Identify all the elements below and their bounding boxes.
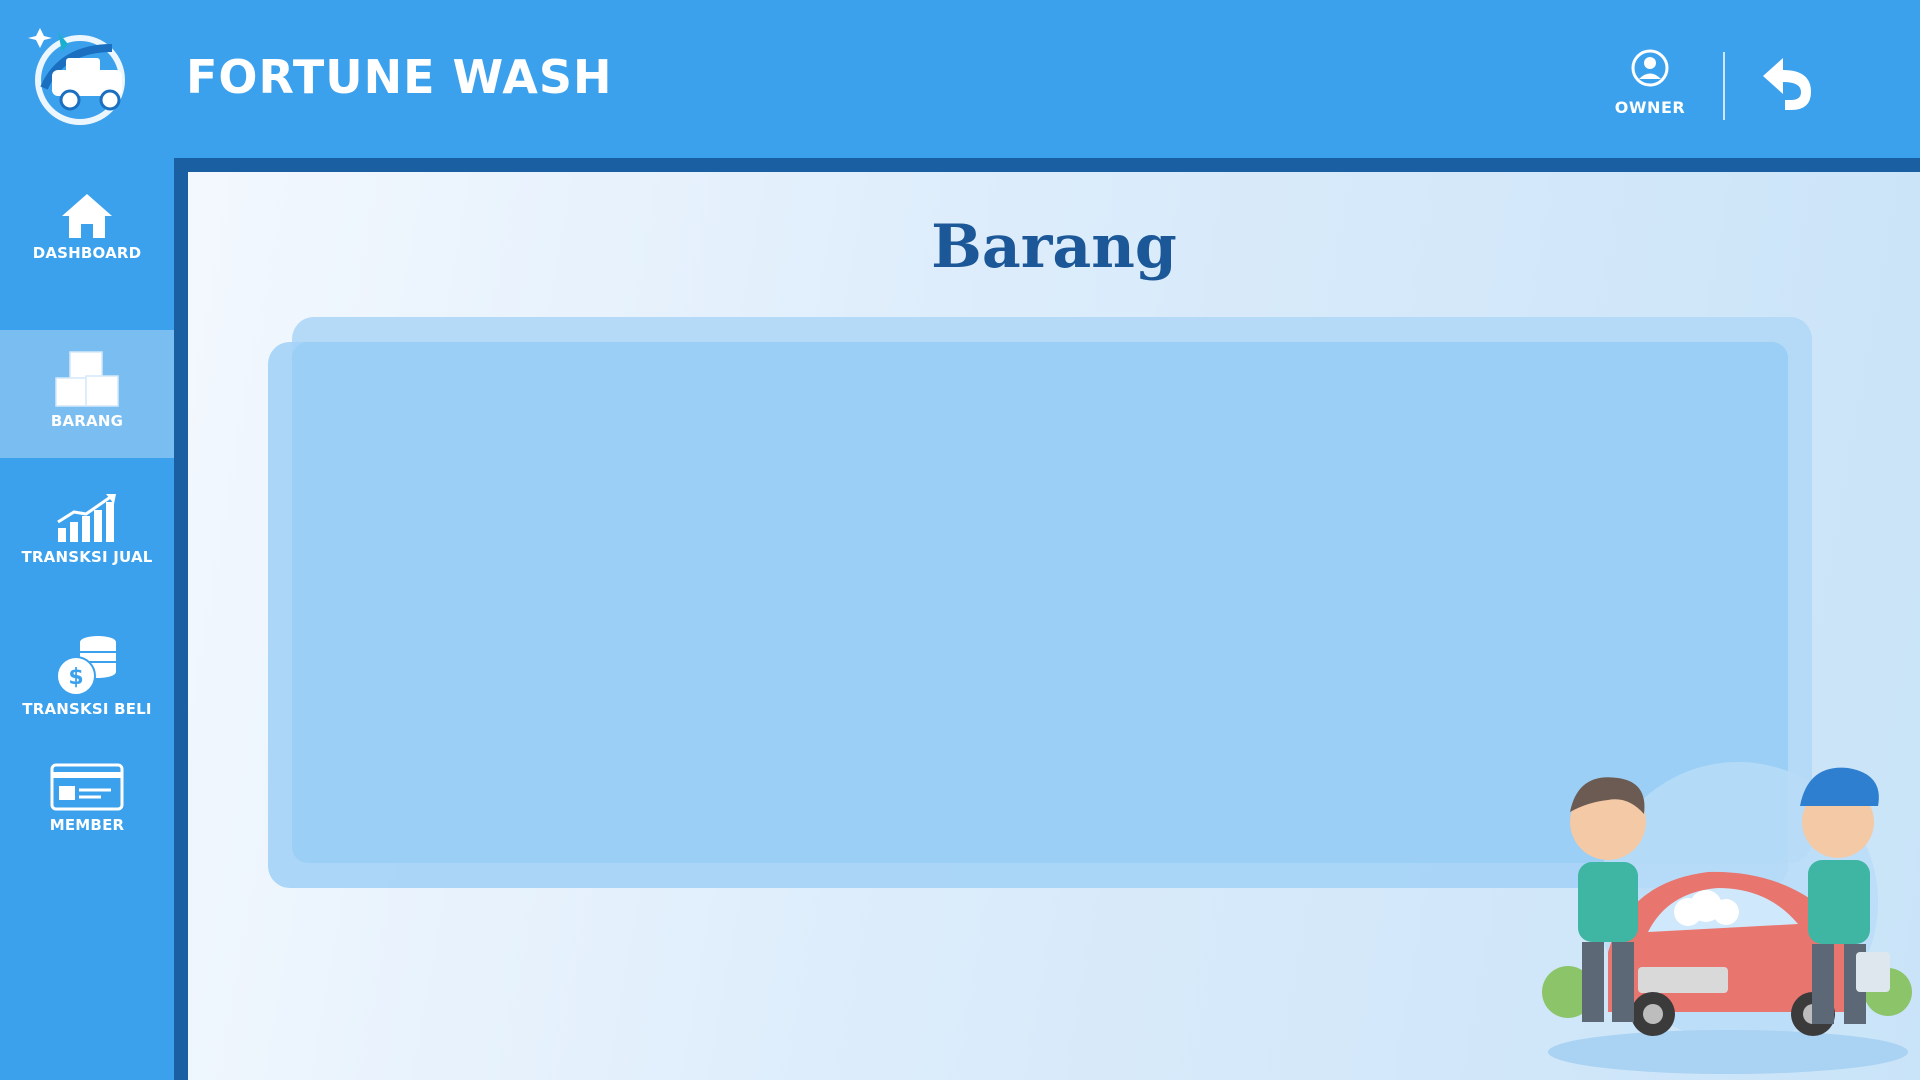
- sidebar-item-label: DASHBOARD: [32, 244, 142, 262]
- sidebar-item-label: BARANG: [50, 412, 124, 430]
- svg-text:$: $: [68, 665, 83, 690]
- home-icon: [62, 194, 112, 238]
- sidebar-item-label: MEMBER: [49, 816, 125, 834]
- top-header: FORTUNE WASH OWNER: [0, 0, 1920, 158]
- user-role-label: OWNER: [1614, 98, 1686, 117]
- coins-icon: $: [56, 636, 116, 696]
- sidebar-item-dashboard[interactable]: DASHBOARD: [0, 192, 174, 262]
- fortune-wash-logo: [22, 18, 144, 128]
- sidebar-item-label: TRANSKSI BELI: [22, 700, 152, 718]
- sidebar-item-label: TRANSKSI JUAL: [21, 548, 153, 566]
- sidebar-item-transaksi-beli[interactable]: $ TRANSKSI BELI: [0, 634, 174, 718]
- user-profile[interactable]: OWNER: [1600, 48, 1700, 128]
- chart-growth-icon: [57, 494, 116, 542]
- member-card-icon: [50, 763, 124, 811]
- header-divider: [1723, 52, 1725, 120]
- sidebar-item-barang[interactable]: BARANG: [0, 330, 174, 458]
- app-title: FORTUNE WASH: [186, 50, 613, 104]
- page-title: Barang: [931, 212, 1177, 282]
- sidebar: DASHBOARD BARANG TRANSKSI JUAL $ TRANSKS…: [0, 158, 174, 1080]
- user-circle-icon: [1631, 49, 1669, 87]
- car-wash-illustration: [1538, 752, 1918, 1080]
- boxes-icon: [55, 351, 119, 407]
- main-content: Barang: [188, 172, 1920, 1080]
- undo-arrow-icon: [1763, 58, 1811, 110]
- sidebar-item-transaksi-jual[interactable]: TRANSKSI JUAL: [0, 492, 174, 566]
- back-button[interactable]: [1755, 52, 1821, 118]
- sidebar-item-member[interactable]: MEMBER: [0, 762, 174, 834]
